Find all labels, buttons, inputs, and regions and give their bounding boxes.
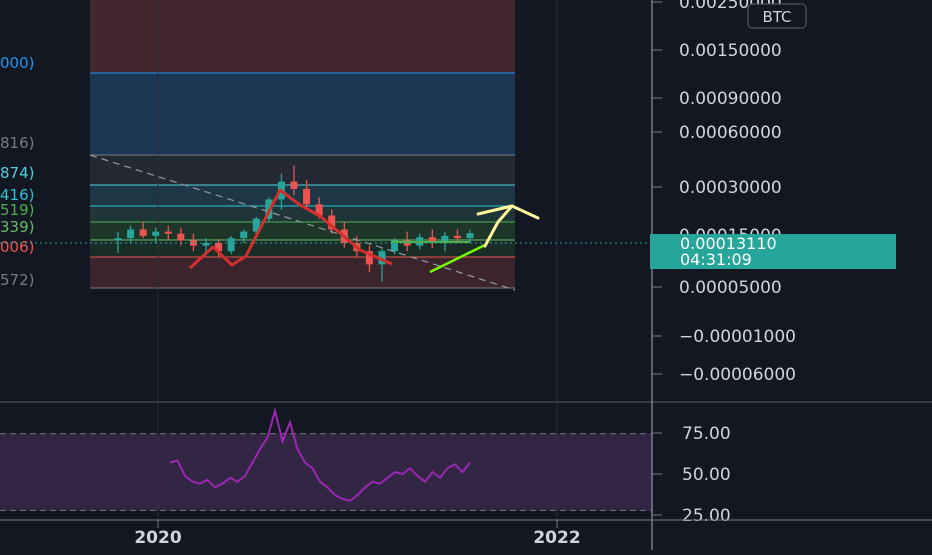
price-tick-label: 0.00005000 xyxy=(679,278,782,298)
price-tick-label: 0.00150000 xyxy=(679,41,782,61)
candle-body xyxy=(139,229,147,236)
rsi-tick-label: 25.00 xyxy=(682,506,731,526)
price-tick-label: 0.00030000 xyxy=(679,178,782,198)
price-tick-label: 0.00090000 xyxy=(679,89,782,109)
bar-countdown: 04:31:09 xyxy=(680,250,752,269)
candle-body xyxy=(290,181,298,189)
candle-body xyxy=(227,238,235,252)
time-tick-label: 2022 xyxy=(533,528,580,548)
candle-body xyxy=(177,233,185,241)
fib-level-label: 816) xyxy=(0,134,34,152)
price-tick-label: −0.00006000 xyxy=(679,365,796,385)
fib-level-label: 000) xyxy=(0,54,34,72)
fib-zone[interactable] xyxy=(90,0,515,73)
fib-level-label: 874) xyxy=(0,164,34,182)
candle-body xyxy=(127,229,135,239)
candle-body xyxy=(453,235,461,239)
chart-area[interactable]: 000) 816) 874) 416) 519) 339) 006) 572) 75.00 50… xyxy=(0,0,932,550)
price-chart-svg[interactable]: 000)816)874)416)519)339)006)572) 75.0050… xyxy=(0,0,932,550)
price-tick-label: −0.00001000 xyxy=(679,327,796,347)
rsi-tick-label: 75.00 xyxy=(682,424,731,444)
fib-zone[interactable] xyxy=(90,222,515,240)
fib-zone[interactable] xyxy=(90,73,515,155)
currency-badge: BTC xyxy=(762,8,791,26)
fib-retracement-zones[interactable] xyxy=(90,0,515,289)
candle-body xyxy=(240,231,248,239)
fib-zone[interactable] xyxy=(90,155,515,185)
price-tick-label: 0.00060000 xyxy=(679,123,782,143)
fib-zone[interactable] xyxy=(90,185,515,206)
candle-body xyxy=(152,231,160,236)
rsi-band xyxy=(0,433,652,511)
candle-body xyxy=(114,238,122,241)
fib-level-label: 339) xyxy=(0,218,34,236)
candle-body xyxy=(164,231,172,234)
fib-level-label: 572) xyxy=(0,271,34,289)
candle-body xyxy=(303,188,311,205)
fib-level-label: 519) xyxy=(0,201,34,219)
fib-level-label: 006) xyxy=(0,238,34,256)
time-tick-label: 2020 xyxy=(134,528,181,548)
rsi-tick-label: 50.00 xyxy=(682,465,731,485)
fib-zone[interactable] xyxy=(90,206,515,222)
candle-body xyxy=(466,233,474,239)
